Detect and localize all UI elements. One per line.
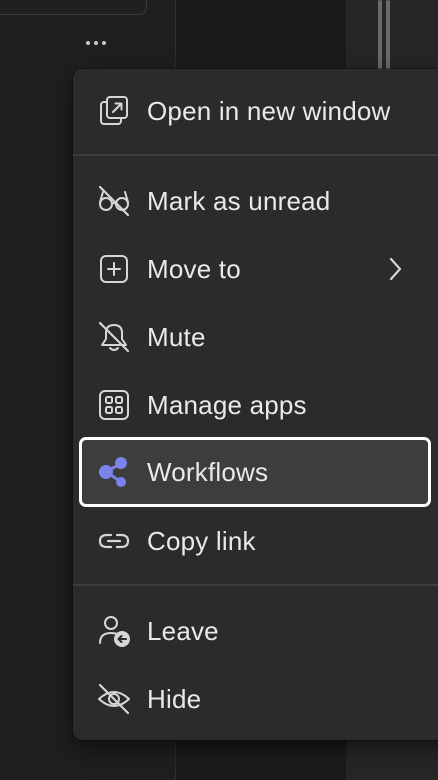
menu-item-mute[interactable]: Mute xyxy=(73,303,438,371)
scrollbar-thumb-secondary[interactable] xyxy=(386,0,390,70)
more-dot xyxy=(94,41,98,45)
menu-item-manage-apps[interactable]: Manage apps xyxy=(73,371,438,439)
open-in-new-window-icon xyxy=(97,94,131,128)
menu-item-label: Manage apps xyxy=(147,389,307,420)
menu-separator xyxy=(73,154,438,156)
plus-square-icon xyxy=(97,252,131,286)
more-options-button[interactable] xyxy=(76,30,116,56)
menu-item-label: Mute xyxy=(147,321,206,352)
menu-item-label: Hide xyxy=(147,683,202,714)
left-pane-card xyxy=(0,0,147,15)
glasses-slash-icon xyxy=(97,184,131,218)
menu-item-mark-as-unread[interactable]: Mark as unread xyxy=(73,167,438,235)
menu-item-label: Copy link xyxy=(147,525,256,556)
menu-item-label: Move to xyxy=(147,253,241,284)
apps-grid-icon xyxy=(97,388,131,422)
menu-item-label: Leave xyxy=(147,615,219,646)
chevron-right-icon xyxy=(385,255,405,283)
scrollbar-thumb[interactable] xyxy=(378,0,382,70)
menu-item-copy-link[interactable]: Copy link xyxy=(73,507,438,575)
menu-item-workflows[interactable]: Workflows xyxy=(79,437,431,507)
more-dot xyxy=(102,41,106,45)
menu-item-label: Workflows xyxy=(147,456,269,487)
menu-item-label: Mark as unread xyxy=(147,185,331,216)
more-dot xyxy=(86,41,90,45)
menu-item-label: Open in new window xyxy=(147,95,391,126)
app-window: Open in new window Mark as unread Move t… xyxy=(0,0,438,780)
context-menu: Open in new window Mark as unread Move t… xyxy=(73,69,438,740)
menu-item-move-to[interactable]: Move to xyxy=(73,235,438,303)
workflows-icon xyxy=(97,455,131,489)
menu-item-leave[interactable]: Leave xyxy=(73,597,438,665)
person-leave-icon xyxy=(97,614,131,648)
link-icon xyxy=(97,524,131,558)
eye-slash-icon xyxy=(97,682,131,716)
menu-item-hide[interactable]: Hide xyxy=(73,665,438,733)
bell-slash-icon xyxy=(97,320,131,354)
menu-item-open-in-new-window[interactable]: Open in new window xyxy=(73,77,438,145)
menu-separator xyxy=(73,584,438,586)
